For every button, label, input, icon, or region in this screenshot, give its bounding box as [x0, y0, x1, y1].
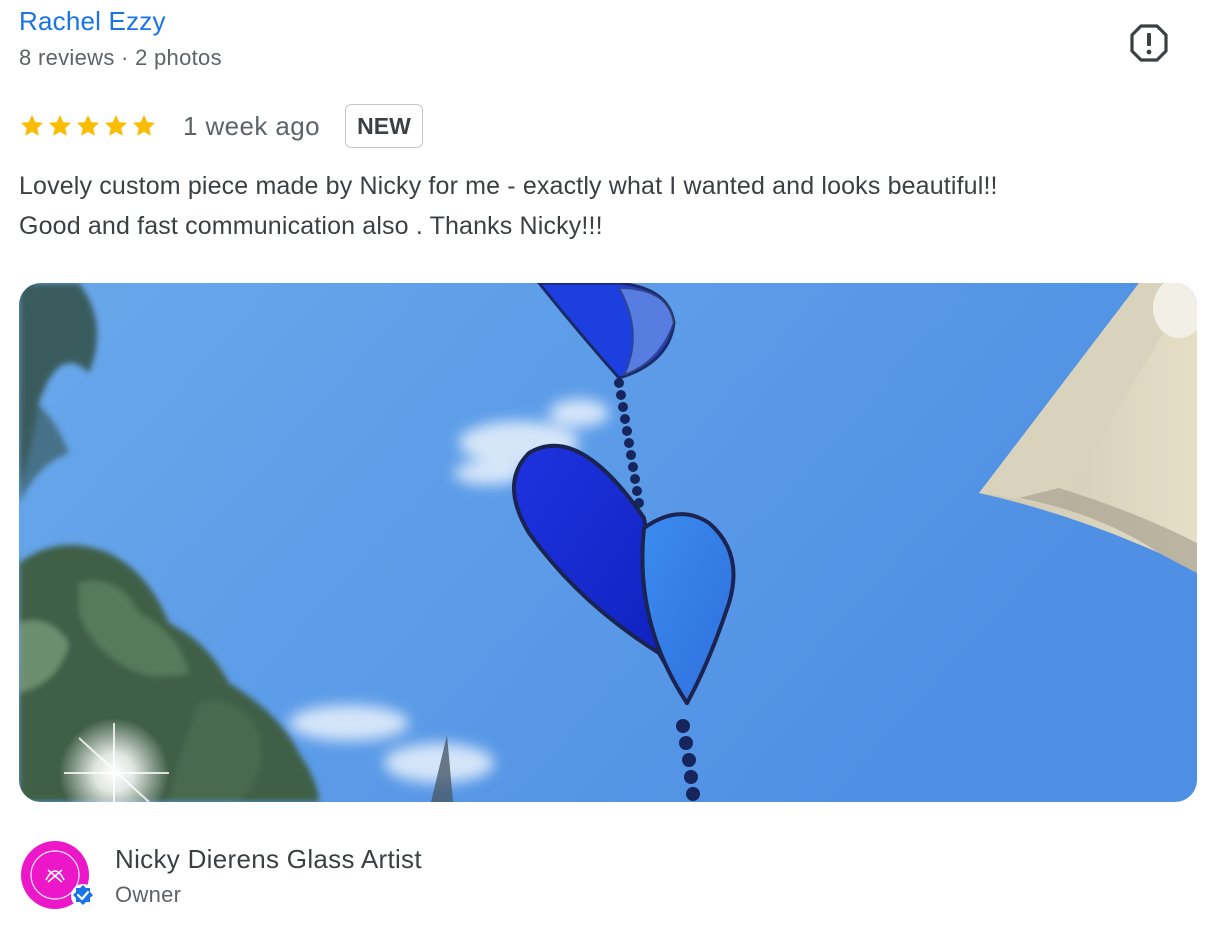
review-photo[interactable]	[19, 283, 1197, 802]
owner-name: Nicky Dierens Glass Artist	[115, 844, 422, 874]
owner-logo-icon	[21, 841, 95, 909]
review-date: 1 week ago	[183, 110, 320, 141]
owner-role: Owner	[115, 882, 182, 907]
reviewer-name[interactable]: Rachel Ezzy	[19, 6, 166, 37]
rating-row: 1 week ago NEW	[19, 102, 423, 150]
star-icon	[132, 114, 156, 136]
reviewer-stats: 8 reviews · 2 photos	[19, 45, 222, 70]
star-icon	[48, 114, 72, 136]
review-card: Rachel Ezzy 8 reviews · 2 photos 1 week …	[0, 0, 1218, 928]
report-octagon-icon	[1130, 24, 1168, 62]
owner-avatar[interactable]	[20, 840, 95, 914]
star-icon	[20, 114, 44, 136]
review-text: Lovely custom piece made by Nicky for me…	[19, 166, 1199, 246]
review-text-line: Good and fast communication also . Thank…	[19, 212, 603, 240]
star-rating	[19, 113, 157, 139]
review-text-line: Lovely custom piece made by Nicky for me…	[19, 172, 998, 200]
star-icon	[76, 114, 100, 136]
report-button[interactable]	[1128, 22, 1170, 64]
new-badge: NEW	[344, 104, 423, 148]
star-icon	[104, 114, 128, 136]
photo-image	[19, 283, 1197, 802]
